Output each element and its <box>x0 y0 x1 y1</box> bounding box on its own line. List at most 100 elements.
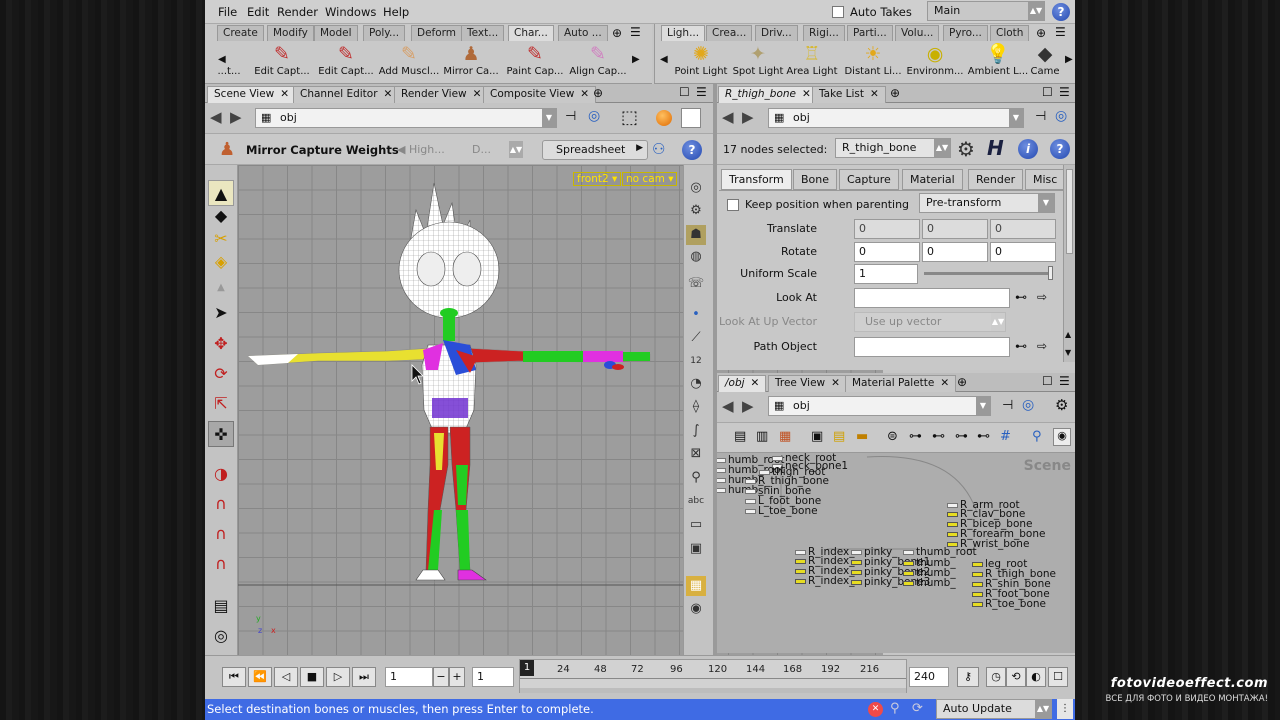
paint-capture-tool[interactable]: ✎ Paint Cap... <box>503 42 567 77</box>
shelf-tab-model[interactable]: Model <box>314 25 358 41</box>
translate-x-field[interactable]: 0 <box>854 219 920 239</box>
hierarchy-icon[interactable]: ⚇ <box>652 140 665 158</box>
global-options-icon[interactable]: ☐ <box>1048 667 1068 687</box>
link-icon[interactable]: ◎ <box>1022 397 1034 413</box>
align-capture-tool[interactable]: ✎ Align Cap... <box>566 42 630 77</box>
uniform-scale-slider[interactable] <box>924 266 1053 280</box>
list-mode-icon[interactable]: ▤ <box>734 429 746 444</box>
shelf-tab-rigid[interactable]: Rigi... <box>803 25 845 41</box>
param-tab-transform[interactable]: Transform <box>721 169 792 190</box>
pane-menu-icon[interactable]: ☰ <box>696 85 707 99</box>
scroll-up-icon[interactable]: ▲ <box>1065 330 1071 339</box>
close-icon[interactable]: ✕ <box>802 88 811 100</box>
scrollbar-thumb[interactable] <box>1066 169 1073 254</box>
look-at-up-menu[interactable]: Use up vector ▲▼ <box>854 312 1006 332</box>
refresh-icon[interactable]: ⟳ <box>912 701 923 716</box>
tab-obj[interactable]: /obj ✕ <box>718 375 767 392</box>
number-icon[interactable]: 12 <box>686 351 706 371</box>
menu-file[interactable]: File <box>218 5 237 19</box>
pane-menu-icon[interactable]: ☰ <box>1059 374 1070 388</box>
param-scrollbar[interactable]: ▲ ▼ <box>1063 165 1075 362</box>
pane-menu-icon[interactable]: ☰ <box>1059 85 1070 99</box>
shelf-tab-create-cams[interactable]: Crea... <box>706 25 753 41</box>
link-icon[interactable]: ◎ <box>1055 108 1067 124</box>
close-icon[interactable]: ✕ <box>280 88 289 100</box>
audio-icon[interactable]: ◐ <box>1026 667 1046 687</box>
desktop-select[interactable]: Main ▲▼ <box>927 1 1045 21</box>
forward-arrow-icon[interactable]: ▶ <box>742 397 754 415</box>
chevron-down-icon[interactable]: ▼ <box>1009 109 1023 127</box>
loop-icon[interactable]: ⟲ <box>1006 667 1026 687</box>
mirror-capture-tool[interactable]: ♟ Mirror Ca... <box>439 42 503 77</box>
rotate-z-field[interactable]: 0 <box>990 242 1056 262</box>
tab-material-palette[interactable]: Material Palette ✕ <box>845 375 957 392</box>
frame-step-field[interactable]: 1 <box>472 667 514 687</box>
node-chooser-icon[interactable]: ⊷ <box>1015 290 1027 304</box>
close-icon[interactable]: ✕ <box>473 88 482 100</box>
shelf-tab-auto[interactable]: Auto ... <box>558 25 608 41</box>
pane-divider[interactable] <box>713 84 717 655</box>
playhead[interactable]: 1 <box>520 660 534 676</box>
info-icon[interactable]: i <box>1018 139 1038 159</box>
chevron-down-icon[interactable]: ▼ <box>976 397 990 415</box>
add-tab-icon[interactable]: ⊕ <box>593 86 603 100</box>
scene-path-field[interactable]: ▦ obj ▼ <box>255 108 557 128</box>
close-icon[interactable]: ✕ <box>940 377 949 389</box>
maximize-pane-icon[interactable]: ☐ <box>1042 374 1053 388</box>
connect-icon[interactable]: ⊶ <box>909 429 922 444</box>
add-shelf-tab-icon[interactable]: ⊕ <box>1036 26 1046 40</box>
add-tab-icon[interactable]: ⊕ <box>957 375 967 389</box>
close-icon[interactable]: ✕ <box>751 377 760 389</box>
update-mode-select[interactable]: Auto Update ▲▼ <box>936 699 1052 719</box>
handle-icon[interactable]: ✜ <box>208 421 234 447</box>
tile-mode-icon[interactable]: ▥ <box>756 429 768 444</box>
help-icon[interactable]: ? <box>1050 139 1070 159</box>
ambient-light-tool[interactable]: 💡 Ambient L... <box>966 42 1030 77</box>
timeline-ruler[interactable]: 1 24 48 72 96 120 144 168 192 216 <box>519 659 907 693</box>
magnet-icon[interactable]: ∩ <box>208 521 234 547</box>
rotate-icon[interactable]: ⟳ <box>208 361 234 387</box>
add-shelf-tab-icon[interactable]: ⊕ <box>612 26 622 40</box>
tab-r-thigh-bone[interactable]: R_thigh_bone ✕ <box>718 86 818 103</box>
network-view[interactable]: Scene humb_root neck_root neck_bone1 hum… <box>717 453 1075 653</box>
back-arrow-icon[interactable]: ◀ <box>210 108 222 126</box>
camera-tool[interactable]: ◆ Came <box>1023 42 1067 77</box>
rotate-y-field[interactable]: 0 <box>922 242 988 262</box>
param-tab-material[interactable]: Material <box>902 169 963 190</box>
param-tab-capture[interactable]: Capture <box>839 169 899 190</box>
display-icon[interactable]: ◎ <box>686 178 706 198</box>
distant-light-tool[interactable]: ☀ Distant Li... <box>841 42 905 77</box>
menu-edit[interactable]: Edit <box>247 5 269 19</box>
jump-icon[interactable]: ⇨ <box>1037 339 1047 353</box>
zoom-icon[interactable]: ⚲ <box>1032 429 1042 444</box>
network-box-icon[interactable]: ▬ <box>856 429 868 444</box>
shelf-menu-icon[interactable]: ☰ <box>630 25 641 39</box>
eye-icon[interactable]: ◉ <box>686 599 706 619</box>
sphere-icon[interactable]: ◍ <box>686 247 706 267</box>
text-icon[interactable]: abc <box>686 491 706 511</box>
pin-icon[interactable]: ⊣ <box>565 109 576 124</box>
tab-render-view[interactable]: Render View ✕ <box>394 86 489 103</box>
tab-composite-view[interactable]: Composite View ✕ <box>483 86 597 103</box>
path-object-field[interactable] <box>854 337 1010 357</box>
tree-icon[interactable]: ⊷ <box>932 429 945 444</box>
probe-icon[interactable]: ⚲ <box>686 468 706 488</box>
rotate-x-field[interactable]: 0 <box>854 242 920 262</box>
tool-option-high[interactable]: ◀ High... <box>397 143 445 156</box>
point-light-tool[interactable]: ✺ Point Light <box>669 42 733 77</box>
node-chooser-icon[interactable]: ⊷ <box>1015 339 1027 353</box>
display-options-icon[interactable]: ⬚ <box>621 107 638 128</box>
menu-help[interactable]: Help <box>383 5 409 19</box>
shelf-tab-character[interactable]: Char... <box>508 25 554 41</box>
shelf-tab-volume[interactable]: Volu... <box>895 25 940 41</box>
help-icon[interactable]: ? <box>682 140 702 160</box>
houdini-logo[interactable]: H <box>987 136 1004 160</box>
increment-icon[interactable]: + <box>449 667 465 687</box>
area-light-tool[interactable]: ♖ Area Light <box>780 42 844 77</box>
forward-arrow-icon[interactable]: ▶ <box>742 108 754 126</box>
network-path-field[interactable]: ▦ obj ▼ <box>768 396 991 416</box>
realtime-icon[interactable]: ◷ <box>986 667 1006 687</box>
shelf-tab-particles[interactable]: Parti... <box>847 25 893 41</box>
background-toggle-icon[interactable] <box>681 108 701 128</box>
go-to-end-icon[interactable]: ⏭ <box>352 667 376 687</box>
